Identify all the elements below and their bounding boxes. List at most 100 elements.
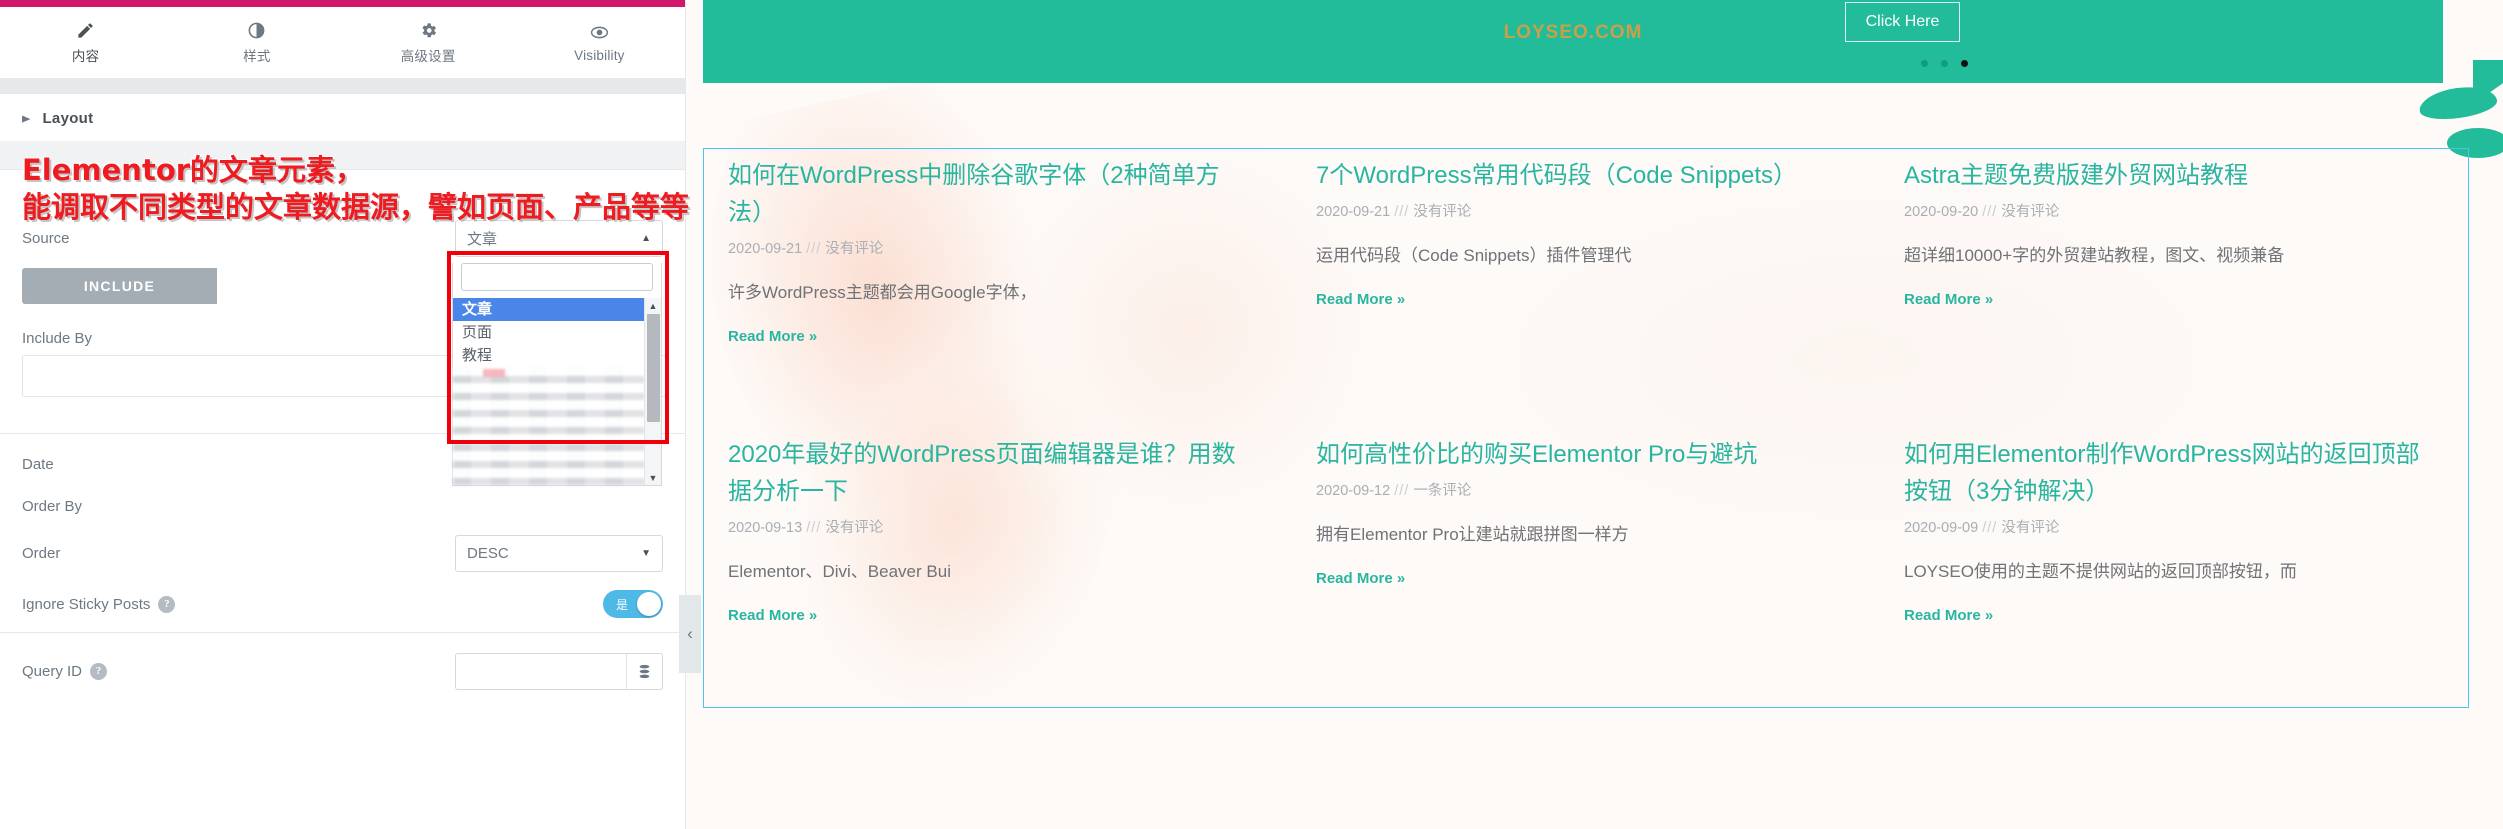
help-icon[interactable]: ? xyxy=(90,662,108,680)
post-comments: 没有评论 xyxy=(825,520,884,536)
section-layout[interactable]: ▶ Layout xyxy=(0,94,685,141)
control-ignore-sticky: Ignore Sticky Posts ? 是 xyxy=(0,576,685,632)
tab-style[interactable]: 样式 xyxy=(171,7,342,78)
control-order: Order DESC ▼ xyxy=(0,530,685,576)
include-tab-empty[interactable] xyxy=(217,268,412,304)
read-more-link[interactable]: Read More » xyxy=(728,328,1248,345)
order-select-value: DESC xyxy=(467,544,509,562)
query-id-input-group xyxy=(455,652,663,690)
decorative-leaf-3 xyxy=(2473,60,2503,112)
post-title[interactable]: 2020年最好的WordPress页面编辑器是谁？用数据分析一下 xyxy=(728,436,1248,510)
posts-widget[interactable]: 如何在WordPress中删除谷歌字体（2种简单方法） 2020-09-21 /… xyxy=(703,148,2469,708)
post-excerpt: Elementor、Divi、Beaver Bui xyxy=(728,562,951,581)
eye-icon xyxy=(589,23,610,43)
scroll-down-icon[interactable]: ▼ xyxy=(645,470,661,485)
post-title[interactable]: Astra主题免费版建外贸网站教程 xyxy=(1904,157,2424,194)
click-here-button[interactable]: Click Here xyxy=(1845,2,1960,42)
panel-accent-bar xyxy=(0,0,685,7)
ignore-sticky-toggle[interactable]: 是 xyxy=(603,590,663,618)
carousel-dot-3[interactable] xyxy=(1961,60,1968,67)
post-date: 2020-09-20 xyxy=(1904,204,1979,220)
source-option-0[interactable]: 文章 xyxy=(453,298,644,321)
help-icon[interactable]: ? xyxy=(158,595,176,613)
source-label: Source xyxy=(22,229,70,247)
read-more-link[interactable]: Read More » xyxy=(728,607,1248,624)
tab-visibility[interactable]: Visibility xyxy=(514,7,685,78)
post-card: 如何高性价比的购买Elementor Pro与避坑 2020-09-12 ///… xyxy=(1292,428,1860,707)
carousel-dot-2[interactable] xyxy=(1941,60,1948,67)
toggle-state-label: 是 xyxy=(616,597,629,612)
post-card: 7个WordPress常用代码段（Code Snippets） 2020-09-… xyxy=(1292,149,1860,428)
source-options-blurred[interactable] xyxy=(453,367,644,485)
posts-grid: 如何在WordPress中删除谷歌字体（2种简单方法） 2020-09-21 /… xyxy=(704,149,2468,707)
order-label: Order xyxy=(22,544,61,562)
post-card: 2020年最好的WordPress页面编辑器是谁？用数据分析一下 2020-09… xyxy=(704,428,1272,707)
read-more-link[interactable]: Read More » xyxy=(1904,291,2424,308)
database-icon[interactable] xyxy=(626,653,662,689)
order-by-label: Order By xyxy=(22,497,83,515)
source-dropdown-scrollbar[interactable]: ▲ ▼ xyxy=(644,298,661,485)
control-query-id: Query ID ? xyxy=(0,633,685,695)
post-comments: 没有评论 xyxy=(2001,520,2060,536)
post-meta: 2020-09-20 /// 没有评论 xyxy=(1904,200,2424,221)
scroll-up-icon[interactable]: ▲ xyxy=(645,298,661,313)
post-meta: 2020-09-21 /// 没有评论 xyxy=(728,237,1248,258)
section-layout-label: Layout xyxy=(42,110,94,127)
ignore-sticky-text: Ignore Sticky Posts xyxy=(22,595,151,613)
post-card: 如何用Elementor制作WordPress网站的返回顶部按钮（3分钟解决） … xyxy=(1880,428,2448,707)
post-excerpt: 许多WordPress主题都会用Google字体， xyxy=(728,283,1037,302)
post-card: Astra主题免费版建外贸网站教程 2020-09-20 /// 没有评论 超详… xyxy=(1880,149,2448,428)
post-title[interactable]: 如何用Elementor制作WordPress网站的返回顶部按钮（3分钟解决） xyxy=(1904,436,2424,510)
post-excerpt: 运用代码段（Code Snippets）插件管理代 xyxy=(1316,246,1632,265)
source-option-1[interactable]: 页面 xyxy=(453,321,644,344)
post-meta: 2020-09-21 /// 没有评论 xyxy=(1316,200,1836,221)
post-date: 2020-09-21 xyxy=(728,241,803,257)
post-title[interactable]: 如何高性价比的购买Elementor Pro与避坑 xyxy=(1316,436,1836,473)
post-comments: 一条评论 xyxy=(1413,483,1472,499)
source-option-2[interactable]: 教程 xyxy=(453,344,644,367)
carousel-dots xyxy=(1921,60,1968,67)
include-segmented: INCLUDE xyxy=(22,268,412,304)
post-title[interactable]: 如何在WordPress中删除谷歌字体（2种简单方法） xyxy=(728,157,1248,231)
tab-advanced[interactable]: 高级设置 xyxy=(343,7,514,78)
carousel-dot-1[interactable] xyxy=(1921,60,1928,67)
toggle-knob xyxy=(637,592,661,616)
post-date: 2020-09-13 xyxy=(728,520,803,536)
preview-area: LOYSEO.COM Click Here 如何在WordPress中删除谷歌字… xyxy=(686,0,2503,829)
query-id-input[interactable] xyxy=(456,654,626,689)
order-select[interactable]: DESC ▼ xyxy=(455,534,663,572)
post-comments: 没有评论 xyxy=(1413,204,1472,220)
scrollbar-thumb[interactable] xyxy=(647,314,660,422)
meta-separator: /// xyxy=(1982,204,1998,220)
date-label: Date xyxy=(22,455,54,473)
post-excerpt: LOYSEO使用的主题不提供网站的返回顶部按钮，而 xyxy=(1904,562,2297,581)
post-excerpt: 超详细10000+字的外贸建站教程，图文、视频兼备 xyxy=(1904,246,2285,265)
chevron-up-icon: ▲ xyxy=(641,232,651,244)
post-excerpt: 拥有Elementor Pro让建站就跟拼图一样方 xyxy=(1316,525,1629,544)
meta-separator: /// xyxy=(1982,520,1998,536)
control-source: Source 文章 ▲ xyxy=(0,214,685,262)
hero-banner: LOYSEO.COM Click Here xyxy=(703,0,2443,83)
gear-icon xyxy=(419,20,438,40)
meta-separator: /// xyxy=(1394,483,1410,499)
include-tab[interactable]: INCLUDE xyxy=(22,268,217,304)
decorative-leaf-1 xyxy=(2417,82,2499,124)
post-title[interactable]: 7个WordPress常用代码段（Code Snippets） xyxy=(1316,157,1836,194)
post-comments: 没有评论 xyxy=(2001,204,2060,220)
tab-advanced-label: 高级设置 xyxy=(400,49,456,64)
hero-logo: LOYSEO.COM xyxy=(1503,22,1643,43)
post-date: 2020-09-12 xyxy=(1316,483,1391,499)
source-dropdown-search-input[interactable] xyxy=(461,263,653,291)
tab-content[interactable]: 内容 xyxy=(0,7,171,78)
panel-spacer-strip xyxy=(0,141,685,169)
panel-collapse-handle[interactable]: ‹ xyxy=(679,595,701,673)
read-more-link[interactable]: Read More » xyxy=(1316,291,1836,308)
query-id-label: Query ID ? xyxy=(22,662,282,680)
source-dropdown-list: 文章 页面 教程 ▲ ▼ xyxy=(453,298,661,485)
post-date: 2020-09-21 xyxy=(1316,204,1391,220)
source-select[interactable]: 文章 ▲ xyxy=(455,219,663,257)
read-more-link[interactable]: Read More » xyxy=(1904,607,2424,624)
read-more-link[interactable]: Read More » xyxy=(1316,570,1836,587)
panel-strip xyxy=(0,79,685,94)
meta-separator: /// xyxy=(1394,204,1410,220)
